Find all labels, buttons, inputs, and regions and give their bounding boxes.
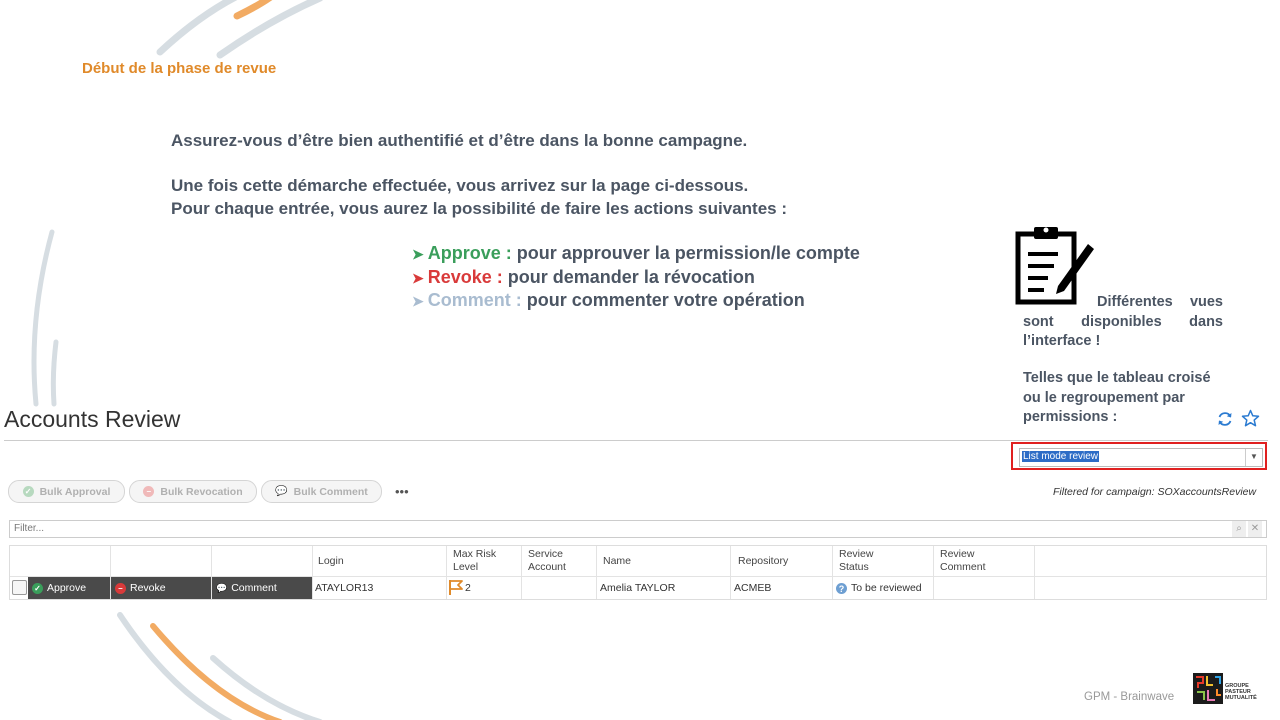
- column-header-review-status[interactable]: Review Status: [839, 548, 873, 574]
- footer-text: GPM - Brainwave: [1084, 691, 1175, 703]
- revoke-label: Revoke: [130, 582, 166, 594]
- cell-repository: ACMEB: [734, 582, 772, 594]
- approve-button[interactable]: ✓ Approve: [28, 577, 110, 599]
- column-header-login[interactable]: Login: [318, 555, 344, 568]
- approve-label: Approve: [47, 582, 87, 594]
- bulk-approval-button[interactable]: ✓ Bulk Approval: [8, 480, 125, 503]
- cell-name: Amelia TAYLOR: [600, 582, 676, 594]
- check-circle-icon: ✓: [32, 582, 43, 594]
- column-header-service-account[interactable]: Service Account: [528, 548, 566, 574]
- header-line: Max Risk: [453, 548, 497, 560]
- column-divider: [596, 546, 597, 599]
- bullet-comment: ➤ Comment : pour commenter votre opératio…: [412, 289, 860, 313]
- column-divider: [933, 546, 934, 599]
- bulk-comment-button[interactable]: 💬 Bulk Comment: [261, 480, 382, 503]
- header-line: Level: [453, 561, 479, 573]
- comment-button[interactable]: 💬 Comment: [212, 577, 312, 599]
- note-views: Différentes vues sont disponibles dans l…: [1023, 294, 1223, 349]
- header-line: Account: [528, 561, 566, 573]
- info-icon: ?: [836, 583, 847, 594]
- chevron-down-icon[interactable]: ▼: [1245, 449, 1262, 466]
- column-header-name[interactable]: Name: [603, 555, 631, 568]
- logo-mark-icon: [1196, 676, 1221, 701]
- column-divider: [312, 546, 313, 599]
- flag-icon: [449, 580, 463, 595]
- logo-text: GROUPE PASTEUR MUTUALITÉ: [1225, 683, 1257, 701]
- slide-title: Début de la phase de revue: [82, 60, 277, 77]
- bulk-approval-label: Bulk Approval: [39, 485, 111, 498]
- bullet-text: pour demander la révocation: [507, 266, 755, 287]
- header-line: Review: [839, 548, 874, 560]
- minus-circle-icon: –: [115, 582, 126, 594]
- refresh-icon[interactable]: [1216, 410, 1234, 428]
- header-line: Status: [839, 561, 869, 573]
- bulk-revocation-button[interactable]: – Bulk Revocation: [129, 480, 257, 503]
- column-divider: [832, 546, 833, 599]
- comment-label: Comment: [231, 582, 277, 594]
- column-divider: [446, 546, 447, 599]
- column-divider: [521, 546, 522, 599]
- revoke-button[interactable]: – Revoke: [111, 577, 211, 599]
- bullet-keyword: Approve :: [427, 243, 512, 263]
- cell-review-status: To be reviewed: [851, 582, 922, 594]
- check-circle-icon: ✓: [22, 486, 34, 497]
- cell-risk-level: 2: [465, 582, 471, 594]
- minus-circle-icon: –: [143, 486, 155, 497]
- star-icon[interactable]: [1241, 409, 1260, 428]
- header-line: Comment: [940, 561, 986, 573]
- view-mode-select[interactable]: List mode review ▼: [1019, 448, 1263, 467]
- bullet-keyword: Comment :: [427, 290, 522, 310]
- campaign-filter-info: Filtered for campaign: SOXaccountsReview: [1053, 486, 1257, 498]
- arrow-bullet-icon: ➤: [412, 293, 424, 309]
- bulk-comment-label: Bulk Comment: [293, 485, 368, 498]
- more-actions-button[interactable]: •••: [395, 484, 409, 499]
- filter-input[interactable]: Filter...: [9, 520, 1267, 538]
- bullet-revoke: ➤ Revoke : pour demander la révocation: [412, 266, 860, 290]
- row-checkbox[interactable]: [12, 580, 27, 595]
- column-header-review-comment[interactable]: Review Comment: [940, 548, 986, 574]
- intro-line-2: Une fois cette démarche effectuée, vous …: [171, 176, 749, 195]
- bullet-text: pour commenter votre opération: [526, 290, 805, 310]
- bulk-revocation-label: Bulk Revocation: [160, 485, 243, 498]
- title-divider: [4, 440, 1268, 441]
- column-divider: [1034, 546, 1035, 599]
- view-mode-value: List mode review: [1022, 451, 1100, 462]
- column-divider: [730, 546, 731, 599]
- header-line: Service: [528, 548, 564, 560]
- search-icon[interactable]: ⌕: [1232, 521, 1246, 537]
- bullet-keyword: Revoke :: [427, 266, 503, 287]
- bullet-text: pour approuver la permission/le compte: [516, 243, 860, 263]
- column-header-max-risk[interactable]: Max Risk Level: [453, 548, 496, 574]
- bullet-approve: ➤ Approve : pour approuver la permission/…: [412, 242, 860, 266]
- page-title: Accounts Review: [4, 406, 181, 432]
- speech-bubble-icon: 💬: [216, 582, 228, 593]
- column-header-repository[interactable]: Repository: [738, 555, 788, 568]
- arrow-bullet-icon: ➤: [412, 269, 424, 286]
- company-logo: [1193, 673, 1223, 704]
- speech-bubble-icon: 💬: [275, 486, 288, 497]
- intro-line-1: Assurez-vous d’être bien authentifié et …: [171, 131, 748, 150]
- intro-line-3: Pour chaque entrée, vous aurez la possib…: [171, 199, 787, 218]
- header-line: Review: [940, 548, 975, 560]
- note-views-examples: Telles que le tableau croisé ou le regro…: [1023, 370, 1211, 425]
- close-icon[interactable]: ✕: [1248, 521, 1262, 537]
- action-bullet-list: ➤ Approve : pour approuver la permission/…: [412, 242, 860, 313]
- arrow-bullet-icon: ➤: [412, 246, 424, 262]
- cell-login: ATAYLOR13: [315, 582, 374, 594]
- filter-controls: ⌕ ✕: [1232, 521, 1262, 537]
